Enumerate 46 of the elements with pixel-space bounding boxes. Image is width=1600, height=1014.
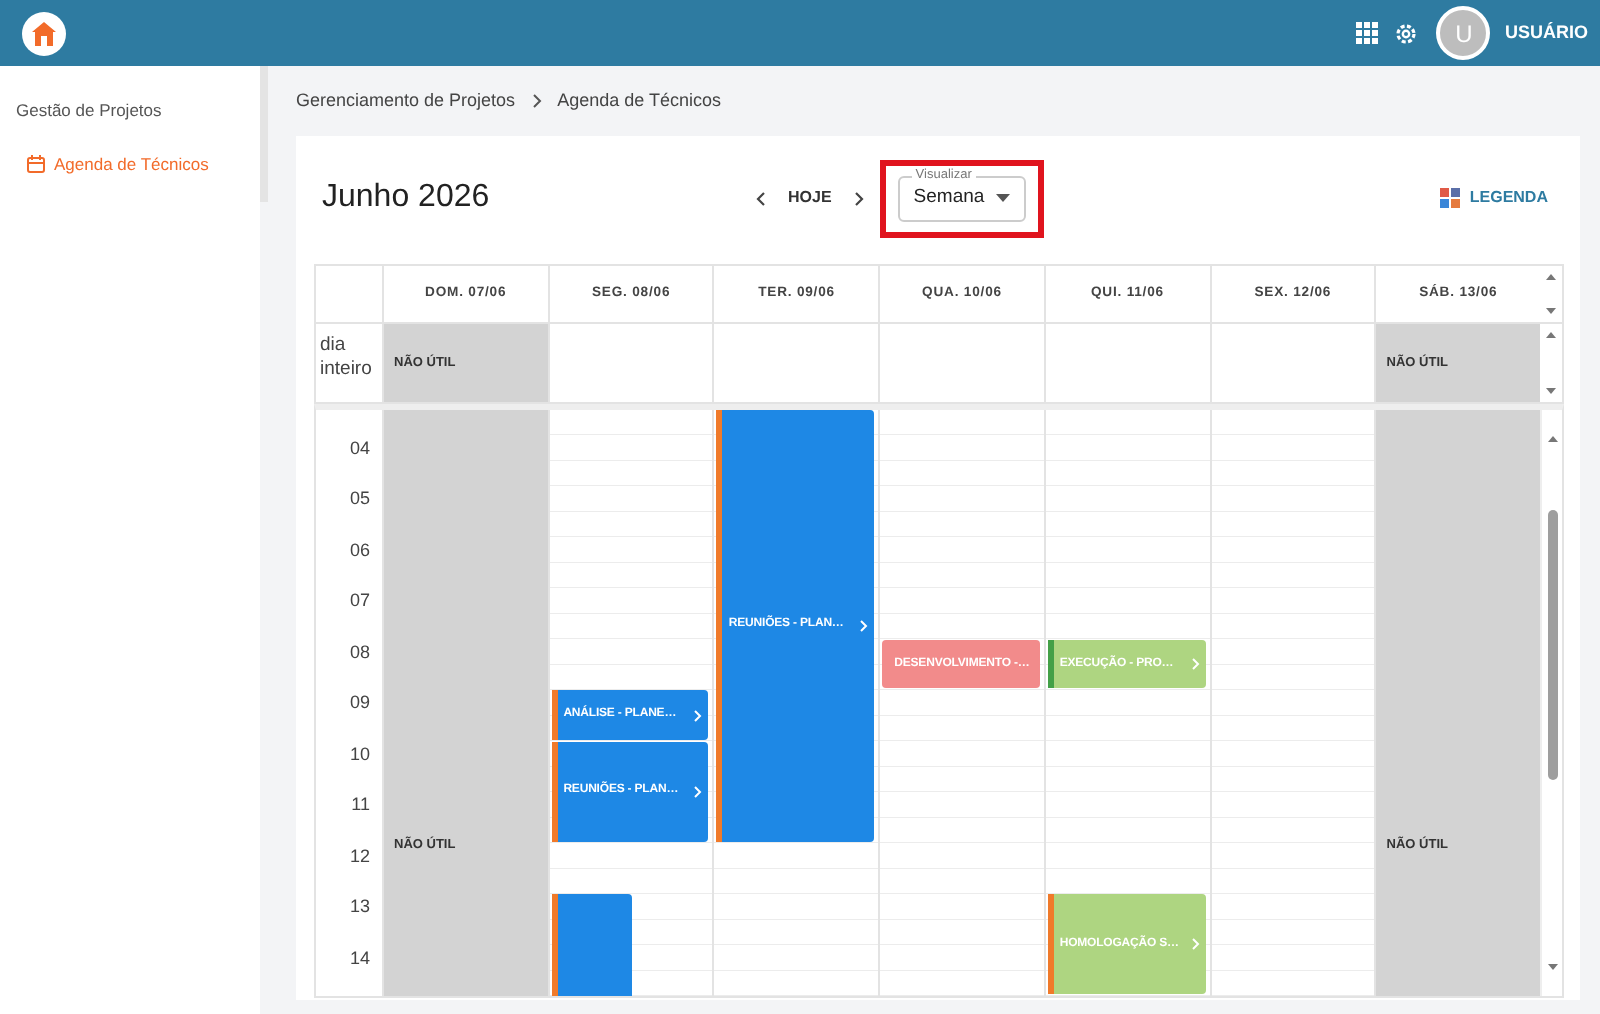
chevron-left-icon: [756, 191, 766, 205]
calendar-icon: [26, 154, 46, 175]
house-icon: [30, 19, 58, 47]
month-title: Junho 2026: [322, 178, 492, 218]
today-button[interactable]: HOJE: [774, 186, 846, 210]
all-day-cell[interactable]: [547, 322, 713, 402]
legend-button[interactable]: LEGENDA: [1439, 186, 1548, 210]
sidebar-item[interactable]: Agenda de Técnicos: [26, 151, 209, 177]
legend-icon: [1439, 188, 1460, 208]
scroll-up-icon[interactable]: [1546, 434, 1560, 445]
chevron-right-icon: [853, 191, 864, 205]
sidebar-section-title: Gestão de Projetos: [16, 98, 164, 124]
apps-icon[interactable]: [1356, 22, 1379, 44]
chevron-right-icon: [860, 619, 869, 632]
user-avatar[interactable]: U: [1436, 6, 1491, 60]
hour-label: 10: [349, 743, 370, 764]
hour-label: 08: [349, 641, 370, 662]
hour-label: 12: [349, 845, 370, 866]
all-day-cell[interactable]: [878, 322, 1044, 402]
chevron-right-icon: [694, 709, 703, 721]
chevron-right-icon: [1191, 938, 1200, 951]
scroll-up-icon[interactable]: [1544, 272, 1558, 282]
hour-label: 07: [349, 590, 370, 611]
chevron-right-icon: [694, 785, 703, 798]
breadcrumb-item[interactable]: Gerenciamento de Projetos: [296, 87, 516, 115]
scroll-up-icon[interactable]: [1544, 330, 1558, 340]
all-day-cell[interactable]: [712, 322, 879, 402]
user-name[interactable]: USUÁRIO: [1504, 19, 1588, 47]
logo[interactable]: [22, 11, 66, 55]
scroll-down-icon[interactable]: [1544, 386, 1558, 396]
vertical-scrollbar[interactable]: [1540, 410, 1562, 996]
hour-label: 05: [349, 488, 370, 509]
chevron-right-icon: [531, 94, 542, 108]
settings-icon[interactable]: [1394, 21, 1419, 45]
all-day-cell[interactable]: [1043, 322, 1210, 402]
hour-label: 04: [349, 437, 370, 458]
hour-label: 06: [349, 539, 370, 560]
caret-down-icon: [995, 194, 1010, 202]
hour-label: 11: [351, 794, 370, 815]
hour-label: 14: [349, 947, 370, 968]
hour-label: 13: [349, 896, 370, 917]
scroll-down-icon[interactable]: [1544, 306, 1558, 316]
breadcrumb-item: Agenda de Técnicos: [557, 87, 721, 114]
scroll-down-icon[interactable]: [1546, 961, 1560, 972]
chevron-right-icon: [1191, 658, 1200, 670]
hour-label: 09: [349, 692, 370, 713]
